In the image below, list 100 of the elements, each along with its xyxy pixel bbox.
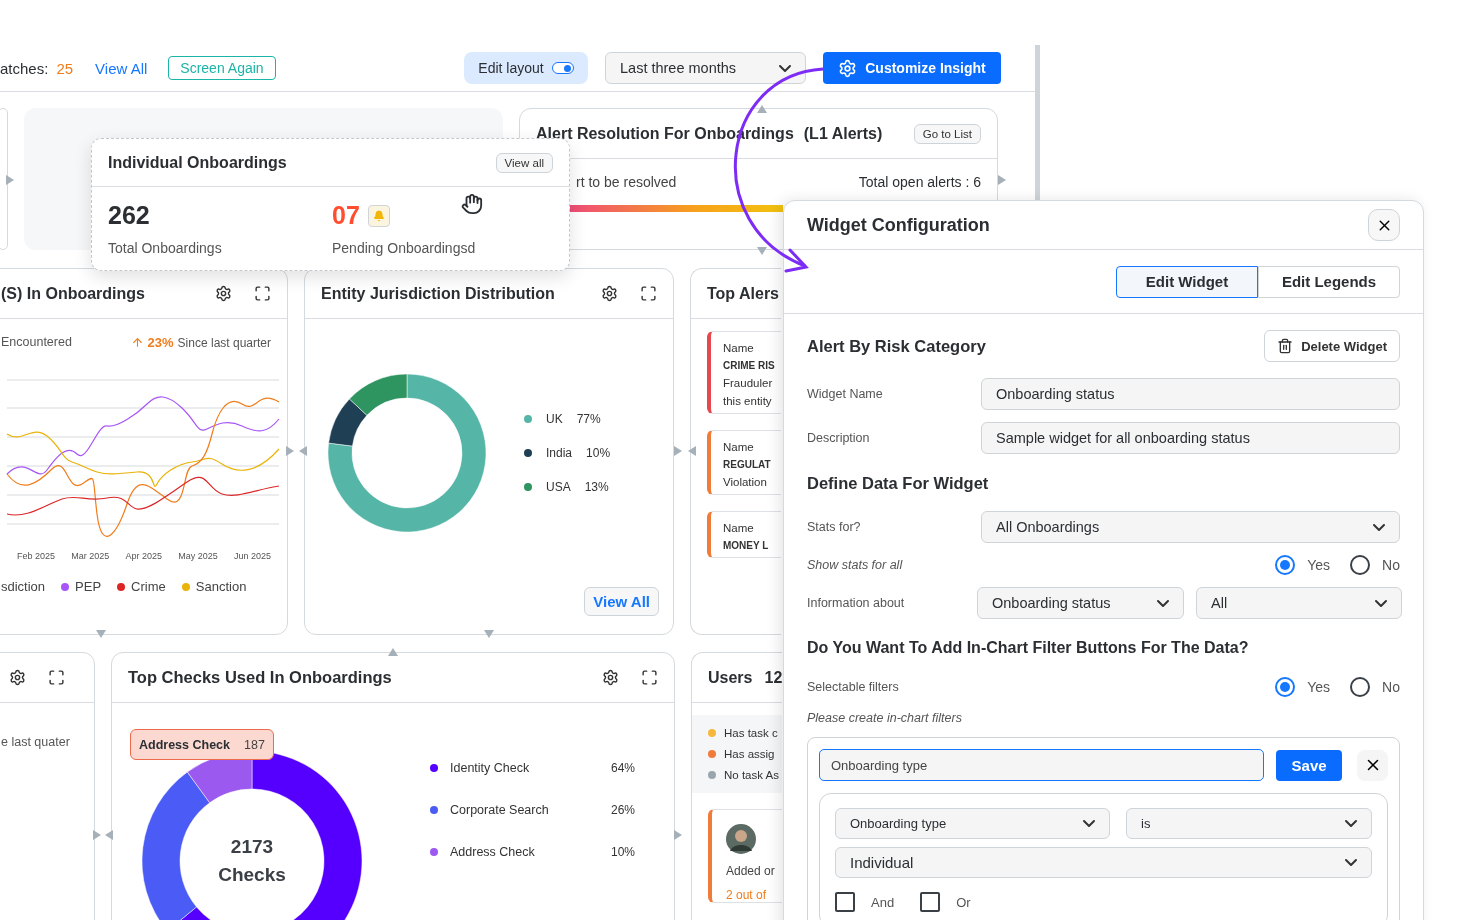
radio-button[interactable] — [1350, 677, 1371, 697]
field-select[interactable]: Onboarding type — [835, 808, 1110, 839]
settings-icon[interactable] — [215, 285, 232, 302]
section-title: Do You Want To Add In-Chart Filter Buttons For The Data? — [807, 639, 1250, 657]
view-all-button[interactable]: View All — [584, 587, 659, 616]
filter-name-field[interactable]: Onboarding type — [819, 749, 1265, 781]
section-title: Define Data For Widget — [807, 474, 990, 493]
legend-value: 26% — [610, 803, 635, 817]
information-select[interactable]: Onboarding status — [977, 587, 1184, 619]
view-all-link[interactable]: View All — [95, 59, 148, 77]
radio-option[interactable]: No — [1350, 555, 1400, 575]
legend-value: 13% — [584, 480, 609, 494]
view-all-button[interactable]: View all — [495, 152, 553, 173]
checkbox[interactable] — [920, 892, 941, 912]
legend-value: 10% — [586, 446, 611, 460]
legend-label: India — [546, 446, 573, 460]
handle-icon[interactable] — [484, 629, 494, 639]
alert-text: this entity — [723, 395, 773, 407]
legend-dot — [524, 449, 532, 457]
field-label: Show stats for all — [807, 558, 904, 572]
handle-icon[interactable] — [996, 175, 1006, 185]
card-title: Individual Onboardings — [108, 153, 287, 172]
close-button[interactable] — [1357, 749, 1388, 781]
delete-widget-button[interactable]: Delete Widget — [1264, 330, 1400, 362]
stat-label: Total Onboardings — [108, 240, 223, 256]
field-label: Description — [807, 431, 871, 445]
card-title: Users — [708, 668, 753, 687]
tab[interactable]: Edit Legends — [1258, 265, 1400, 298]
value-select[interactable]: Individual — [835, 847, 1372, 878]
axis-label: Mar 2025 — [71, 551, 110, 561]
customize-insight-button[interactable]: Customize Insight — [823, 52, 1001, 84]
field-label: Selectable filters — [807, 680, 900, 694]
legend-label: Identity Check — [450, 761, 531, 775]
card-title: Top Checks Used In Onboardings — [128, 668, 392, 687]
legend-label: Has task c — [724, 727, 778, 739]
checkbox-option[interactable]: And — [835, 892, 895, 912]
radio-button[interactable] — [1350, 555, 1371, 575]
hand-icon — [461, 193, 483, 215]
radio-option[interactable]: Yes — [1275, 555, 1331, 575]
alert-text: REGULAT — [723, 459, 772, 470]
axis-label: Feb 2025 — [17, 551, 56, 561]
close-button[interactable] — [1368, 209, 1400, 241]
arrow-up-icon — [130, 336, 144, 349]
card-title: (S) In Onboardings — [1, 284, 145, 303]
stat-value: 07 — [332, 201, 360, 230]
radio-button[interactable] — [1275, 555, 1296, 575]
alert-text: Frauduler — [723, 377, 774, 389]
user-count: 12 — [764, 668, 782, 687]
save-button[interactable]: Save — [1276, 749, 1343, 781]
alert-text: Name — [723, 441, 755, 453]
gear-icon — [838, 58, 858, 78]
card-subtitle: (L1 Alerts) — [803, 124, 883, 143]
radio-option[interactable]: Yes — [1275, 677, 1331, 697]
tab[interactable]: Edit Widget — [1116, 265, 1258, 298]
matches-label: atches: — [0, 59, 49, 77]
axis-label: Apr 2025 — [125, 551, 162, 561]
settings-icon[interactable] — [9, 669, 26, 686]
edit-layout-toggle[interactable]: Edit layout — [464, 52, 588, 84]
expand-icon[interactable] — [641, 669, 658, 686]
change-value: 23% — [147, 335, 174, 350]
legend-label: UK — [546, 412, 563, 426]
expand-icon[interactable] — [48, 669, 65, 686]
comparison-text: e last quater — [0, 734, 71, 749]
handle-icon[interactable] — [388, 647, 398, 657]
floating-widget-card[interactable]: Individual Onboardings View all 262 07 Total Onboardings Pending Onboardingsd — [91, 138, 570, 271]
go-to-list-button[interactable]: Go to List — [913, 123, 981, 144]
expand-icon[interactable] — [254, 285, 271, 302]
text-field[interactable]: Onboarding status — [981, 378, 1400, 410]
information-select[interactable]: All — [1196, 587, 1402, 619]
handle-icon[interactable] — [96, 629, 106, 639]
text-field[interactable]: Sample widget for all onboarding status — [981, 422, 1400, 454]
radio-button[interactable] — [1275, 677, 1296, 697]
change-label: Since last quarter — [177, 335, 271, 350]
handle-icon[interactable] — [4, 175, 14, 185]
total-open-alerts: Total open alerts : 6 — [858, 174, 981, 190]
matches-count: 25 — [56, 59, 74, 77]
field-label: Stats for? — [807, 520, 862, 534]
avatar — [726, 824, 756, 854]
radio-option[interactable]: No — [1350, 677, 1400, 697]
settings-icon[interactable] — [602, 669, 619, 686]
legend-label: Crime — [131, 579, 166, 594]
stats-select[interactable]: All Onboardings — [981, 511, 1400, 543]
expand-icon[interactable] — [640, 285, 657, 302]
alert-text: CRIME RIS — [723, 360, 776, 371]
alert-text: Violation — [723, 476, 768, 488]
chevron-down-icon — [1083, 820, 1095, 827]
chevron-down-icon — [1375, 599, 1387, 607]
checkbox[interactable] — [835, 892, 855, 912]
settings-icon[interactable] — [601, 285, 618, 302]
legend-label: Has assig — [724, 748, 775, 760]
operator-select[interactable]: is — [1126, 808, 1372, 839]
handle-icon[interactable] — [757, 246, 767, 256]
checkbox-option[interactable]: Or — [920, 892, 971, 912]
period-select[interactable]: Last three months — [605, 52, 806, 84]
field-label: Widget Name — [807, 387, 884, 401]
handle-icon[interactable] — [757, 104, 767, 114]
handle-icon[interactable] — [672, 830, 682, 840]
legend-value: 64% — [610, 761, 635, 775]
legend-value: 10% — [610, 845, 635, 859]
field-label: Information about — [807, 596, 906, 610]
